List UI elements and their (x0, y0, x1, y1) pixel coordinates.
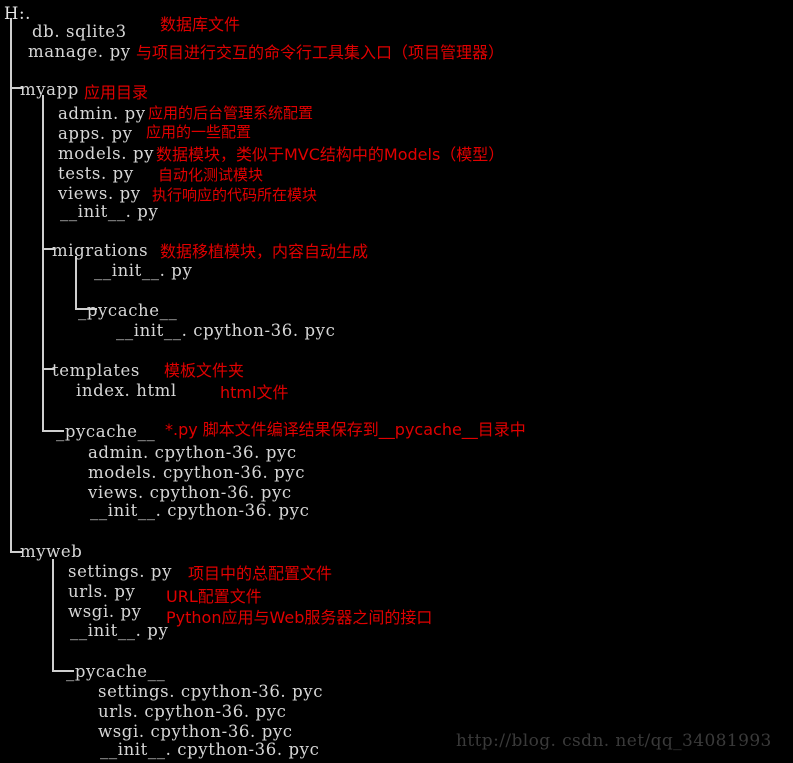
tree-item-myweb-pycache: _pycache__ (66, 662, 166, 681)
annotation-myapp-pycache: *.py 脚本文件编译结果保存到__pycache__目录中 (165, 420, 526, 439)
directory-tree: H:. db. sqlite3 manage. py myapp admin. … (0, 0, 793, 763)
tree-item-settings-pyc: settings. cpython-36. pyc (98, 682, 324, 701)
tree-item-myapp-pycache-init-pyc: __init__. cpython-36. pyc (90, 501, 310, 520)
tree-item-migrations-pycache-init-pyc: __init__. cpython-36. pyc (116, 321, 336, 340)
annotation-myapp: 应用目录 (84, 83, 149, 102)
tree-item-wsgi-py: wsgi. py (68, 602, 142, 621)
tree-item-myapp-pycache: _pycache__ (56, 422, 156, 441)
tree-item-admin-py: admin. py (58, 104, 146, 123)
annotation-manage-py: 与项目进行交互的命令行工具集入口（项目管理器） (136, 43, 505, 62)
tree-root-label: H:. (4, 4, 31, 23)
annotation-admin-py: 应用的后台管理系统配置 (148, 104, 314, 122)
tree-item-manage-py: manage. py (28, 42, 131, 61)
tree-item-myweb-init-py: __init__. py (70, 621, 169, 640)
tree-item-migrations: migrations (52, 241, 149, 260)
tree-item-settings-py: settings. py (68, 562, 173, 581)
tree-item-wsgi-pyc: wsgi. cpython-36. pyc (98, 722, 293, 741)
annotation-urls-py: URL配置文件 (166, 587, 262, 606)
annotation-templates: 模板文件夹 (164, 361, 245, 380)
annotation-tests-py: 自动化测试模块 (158, 166, 264, 184)
tree-item-myweb: myweb (20, 542, 83, 561)
tree-item-models-py: models. py (58, 144, 155, 163)
tree-item-models-pyc: models. cpython-36. pyc (88, 463, 306, 482)
tree-item-index-html: index. html (76, 381, 177, 400)
tree-item-myweb-pycache-init-pyc: __init__. cpython-36. pyc (100, 740, 320, 759)
annotation-index-html: html文件 (220, 383, 289, 402)
annotation-models-py: 数据模块，类似于MVC结构中的Models（模型） (156, 145, 505, 164)
annotation-apps-py: 应用的一些配置 (146, 123, 252, 141)
annotation-settings-py: 项目中的总配置文件 (188, 564, 333, 583)
tree-item-views-py: views. py (58, 184, 141, 203)
console-window: H:. db. sqlite3 manage. py myapp admin. … (0, 0, 793, 763)
tree-item-migrations-pycache: _pycache__ (78, 301, 178, 320)
tree-item-urls-pyc: urls. cpython-36. pyc (98, 702, 287, 721)
tree-item-admin-pyc: admin. cpython-36. pyc (88, 443, 297, 462)
tree-item-views-pyc: views. cpython-36. pyc (88, 483, 292, 502)
tree-item-myapp: myapp (20, 80, 79, 99)
tree-item-urls-py: urls. py (68, 582, 136, 601)
tree-item-migrations-init-py: __init__. py (94, 261, 193, 280)
annotation-migrations: 数据移植模块，内容自动生成 (160, 242, 369, 261)
annotation-db-sqlite3: 数据库文件 (160, 15, 241, 34)
annotation-wsgi-py: Python应用与Web服务器之间的接口 (166, 608, 433, 627)
tree-item-apps-py: apps. py (58, 124, 133, 143)
watermark-url: http://blog. csdn. net/qq_34081993 (456, 731, 772, 751)
tree-item-db-sqlite3: db. sqlite3 (32, 22, 127, 41)
tree-item-templates: templates (52, 361, 140, 380)
tree-item-myapp-init-py: __init__. py (60, 202, 159, 221)
annotation-views-py: 执行响应的代码所在模块 (152, 186, 318, 204)
tree-item-tests-py: tests. py (58, 164, 134, 183)
